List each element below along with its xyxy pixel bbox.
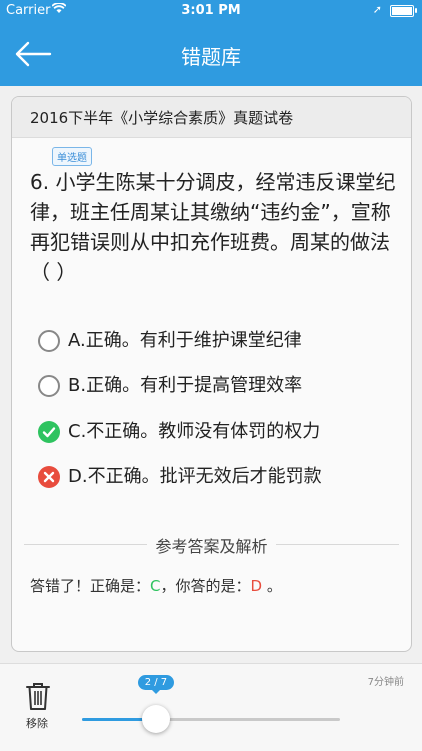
analysis-section-title: 参考答案及解析: [12, 533, 411, 557]
progress-bubble: 2 / 7: [137, 675, 175, 694]
correct-answer: C: [150, 577, 161, 595]
option-a[interactable]: A.正确。有利于维护课堂纪律: [38, 327, 398, 355]
option-c[interactable]: C.不正确。教师没有体罚的权力: [38, 418, 398, 446]
status-bar: Carrier 3:01 PM ➚: [0, 0, 422, 22]
bottom-toolbar: 移除 7分钟前 2 / 7: [0, 663, 422, 751]
option-b[interactable]: B.正确。有利于提高管理效率: [38, 372, 398, 400]
slider-thumb[interactable]: [141, 705, 170, 733]
radio-empty-icon: [38, 375, 60, 397]
radio-empty-icon: [38, 330, 60, 352]
location-arrow-icon: ➚: [372, 3, 382, 16]
paper-title: 2016下半年《小学综合素质》真题试卷: [30, 109, 294, 127]
question-type-badge: 单选题: [52, 147, 92, 166]
answer-suffix: 。: [262, 577, 282, 595]
answer-result: 答错了！正确是：C，你答的是：D 。: [30, 575, 282, 596]
question-text: 6. 小学生陈某十分调皮，经常违反课堂纪律，班主任周某让其缴纳“违约金”，宣称再…: [30, 170, 396, 284]
option-d[interactable]: D.不正确。批评无效后才能罚款: [38, 463, 398, 491]
answer-mid: ，你答的是：: [160, 577, 251, 595]
option-label: B.正确。有利于提高管理效率: [68, 375, 303, 396]
clock: 3:01 PM: [181, 3, 241, 18]
option-label: C.不正确。教师没有体罚的权力: [68, 421, 321, 442]
option-label: D.不正确。批评无效后才能罚款: [68, 466, 322, 487]
delete-label[interactable]: 移除: [26, 715, 48, 731]
cross-icon: [38, 466, 60, 488]
answer-prefix: 答错了！正确是：: [30, 577, 151, 595]
nav-bar: 错题库: [0, 22, 422, 86]
trash-icon[interactable]: [25, 681, 51, 711]
battery-icon: [390, 5, 414, 17]
your-answer: D: [250, 577, 263, 595]
option-label: A.正确。有利于维护课堂纪律: [68, 330, 302, 351]
battery-tip: [415, 8, 417, 13]
time-ago: 7分钟前: [367, 677, 404, 688]
page-title: 错题库: [181, 45, 241, 69]
progress-slider[interactable]: 2 / 7: [82, 675, 340, 733]
checkmark-icon: [38, 421, 60, 443]
question-card: 2016下半年《小学综合素质》真题试卷 单选题 6. 小学生陈某十分调皮，经常违…: [11, 96, 412, 652]
